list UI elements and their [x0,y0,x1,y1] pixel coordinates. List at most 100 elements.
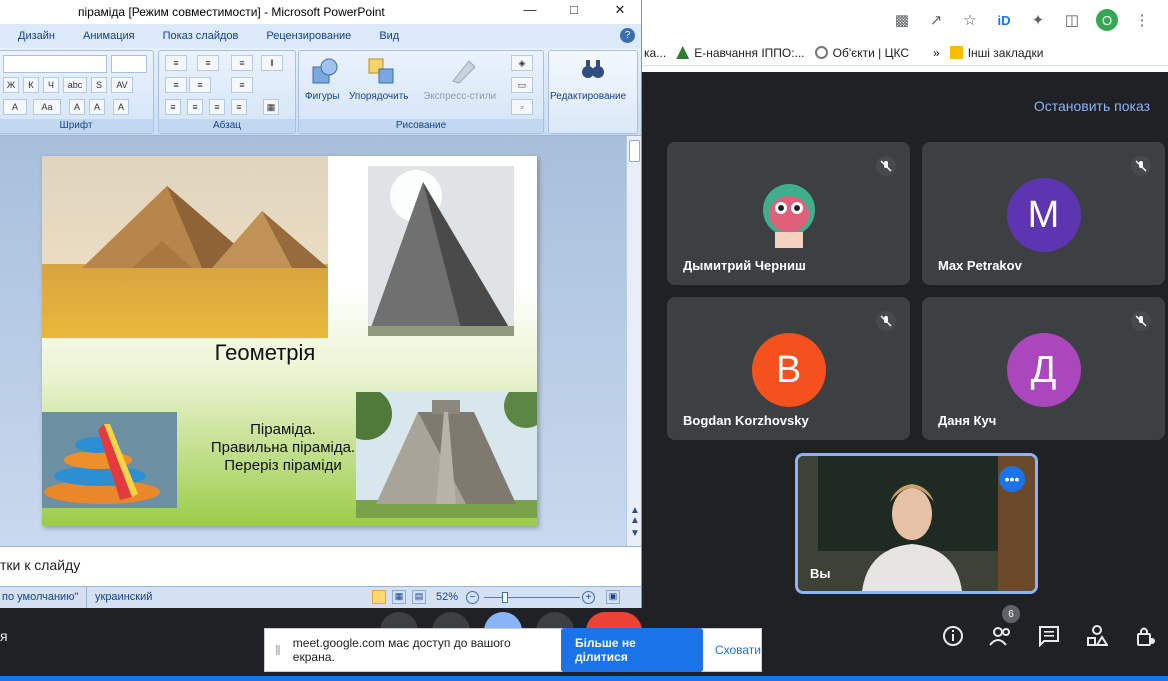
align-left-button[interactable]: ≡ [165,99,181,115]
maximize-button[interactable]: □ [564,2,584,22]
help-icon[interactable]: ? [620,28,635,43]
underline-button[interactable]: Ч [43,77,59,93]
arrange-button[interactable]: Упорядочить [349,91,409,102]
clear-format-button[interactable]: A [113,99,129,115]
more-options-icon[interactable]: ••• [999,466,1025,492]
shape-effects-button[interactable]: ▫ [511,99,533,115]
shape-fill-button[interactable]: ◈ [511,55,533,71]
puzzle-icon[interactable]: ✦ [1028,10,1048,30]
info-icon[interactable] [940,623,966,649]
drag-handle-icon[interactable]: ‖ [275,642,281,658]
notes-pane[interactable]: тки к слайду [0,546,641,586]
drawing-group: Фигуры Упорядочить Экспресс-стили ◈ ▭ ▫ … [298,50,544,134]
paragraph-group-label: Абзац [159,119,295,133]
title-bar: піраміда [Режим совместимости] - Microso… [0,0,641,24]
normal-view-button[interactable] [372,590,386,604]
next-slide-button[interactable]: ▼ [630,528,640,539]
close-button[interactable]: ✕ [610,2,630,22]
slide[interactable]: Геометрія Піраміда. Правильна піраміда. … [42,156,537,526]
participant-tile[interactable]: Д Даня Куч [922,297,1165,440]
activities-icon[interactable] [1084,623,1110,649]
fit-to-window-button[interactable]: ▣ [606,590,620,604]
text-direction-button[interactable]: ≡ [231,77,253,93]
tab-review[interactable]: Рецензирование [252,30,365,42]
align-center-button[interactable]: ≡ [187,99,203,115]
shapes-icon [312,58,338,84]
tab-view[interactable]: Вид [365,30,413,42]
scroll-thumb[interactable] [629,140,640,162]
participant-tile[interactable]: M Max Petrakov [922,142,1165,285]
slide-sorter-button[interactable]: ▦ [392,590,406,604]
change-case-button[interactable]: Aa [33,99,61,115]
justify-button[interactable]: ≡ [231,99,247,115]
participant-tile[interactable]: Дымитрий Черниш [667,142,910,285]
decrease-indent-button[interactable]: ≡ [165,77,187,93]
bookmarks-bar: ка... Е-навчання ІППО:... Об'єкти | ЦКС … [642,40,1168,66]
zoom-level[interactable]: 52% [436,591,458,603]
participant-avatar: Д [1006,333,1081,407]
people-icon[interactable]: 6 [988,605,1020,649]
drawing-group-label: Рисование [299,119,543,133]
window-title: піраміда [Режим совместимости] - Microso… [78,5,385,19]
screen-share-notification: ‖ meet.google.com має доступ до вашого е… [264,628,762,672]
font-color-button[interactable]: A [3,99,27,115]
bold-button[interactable]: Ж [3,77,19,93]
italic-button[interactable]: К [23,77,39,93]
host-controls-icon[interactable] [1132,623,1158,649]
zoom-slider[interactable] [484,597,580,598]
bookmarks-overflow[interactable]: » [933,46,940,60]
menu-icon[interactable]: ⋮ [1132,10,1152,30]
line-spacing-button[interactable]: ≡ [231,55,253,71]
zoom-in-button[interactable]: + [582,591,595,604]
hide-button[interactable]: Сховати [715,643,761,657]
smartart-button[interactable]: ▦ [263,99,279,115]
shrink-font-button[interactable]: A [89,99,105,115]
slide-subtitle: Піраміда. Правильна піраміда. Переріз пі… [210,421,356,474]
editing-button[interactable]: Редактирование [550,91,626,102]
columns-button[interactable]: ‖ [261,55,283,71]
vertical-scrollbar[interactable]: ▲ ▲ ▼ [626,136,641,546]
tab-animation[interactable]: Анимация [69,30,149,42]
stop-presenting-button[interactable]: Остановить показ [1034,98,1150,114]
participant-name: Bogdan Korzhovsky [683,413,809,428]
tab-design[interactable]: Дизайн [0,30,69,42]
zoom-slider-thumb[interactable] [502,592,508,603]
self-video-tile[interactable]: ••• Вы [795,453,1038,594]
font-family-select[interactable] [3,55,107,73]
shadow-button[interactable]: S [91,77,107,93]
prev-slide-button[interactable]: ▲ ▲ [630,506,640,526]
bookmark-item[interactable]: Об'єкти | ЦКС [814,46,909,60]
paragraph-group: ≡ ≡ ≡ ‖ ≡ ≡ ≡ ≡ ≡ ≡ ≡ ▦ Абзац [158,50,296,134]
font-group-label: Шрифт [0,119,153,133]
camera-icon[interactable]: ▩ [892,10,912,30]
strikethrough-button[interactable]: abc [63,77,87,93]
profile-avatar[interactable]: О [1096,9,1118,31]
slideshow-view-button[interactable]: ▤ [412,590,426,604]
self-name: Вы [810,566,831,581]
bookmark-item[interactable]: Е-навчання ІППО:... [676,46,805,60]
bullets-button[interactable]: ≡ [165,55,187,71]
share-icon[interactable]: ↗ [926,10,946,30]
stop-sharing-button[interactable]: Більше не ділитися [560,628,703,672]
other-bookmarks[interactable]: Інші закладки [949,46,1043,60]
extension-icon[interactable]: iD [994,10,1014,30]
numbering-button[interactable]: ≡ [197,55,219,71]
increase-indent-button[interactable]: ≡ [189,77,211,93]
chat-icon[interactable] [1036,623,1062,649]
zoom-out-button[interactable]: − [466,591,479,604]
minimize-button[interactable]: — [520,2,540,22]
star-icon[interactable]: ☆ [960,10,980,30]
font-size-select[interactable] [111,55,147,73]
bookmark-item[interactable]: ка... [644,46,666,60]
spacing-button[interactable]: AV [111,77,133,93]
participant-tile[interactable]: B Bogdan Korzhovsky [667,297,910,440]
ribbon: Ж К Ч abc S AV A Aa A A A Шрифт ≡ ≡ ≡ ‖ … [0,48,641,136]
align-right-button[interactable]: ≡ [209,99,225,115]
shape-outline-button[interactable]: ▭ [511,77,533,93]
quick-styles-button[interactable]: Экспресс-стили [423,91,496,102]
sidepanel-icon[interactable]: ◫ [1062,10,1082,30]
tab-slideshow[interactable]: Показ слайдов [149,30,253,42]
shapes-button[interactable]: Фигуры [305,91,339,102]
grow-font-button[interactable]: A [69,99,85,115]
language-indicator[interactable]: украинский [95,591,152,603]
